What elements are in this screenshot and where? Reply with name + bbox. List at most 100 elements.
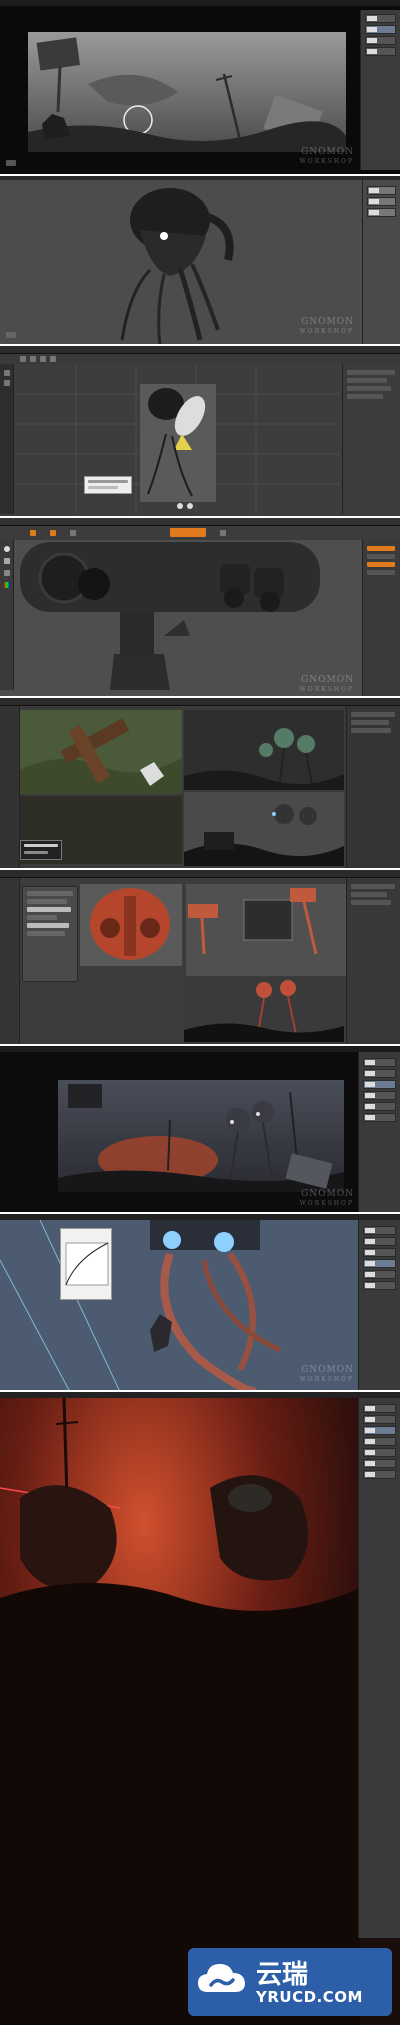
layer-item[interactable]	[363, 1426, 396, 1435]
palette-row[interactable]	[367, 546, 395, 551]
property-row[interactable]	[351, 900, 391, 905]
stroke-icon[interactable]	[4, 558, 10, 564]
tool-icon[interactable]	[4, 370, 10, 376]
panel-sketch-grayscale: GNOMON WORKSHOP	[0, 0, 400, 176]
tool-icon[interactable]	[50, 356, 56, 362]
material-editor[interactable]	[22, 886, 78, 982]
layer-item[interactable]	[363, 1404, 396, 1413]
color-picker-icon[interactable]	[4, 582, 10, 588]
layer-item[interactable]	[365, 25, 396, 34]
layer-item[interactable]	[363, 1459, 396, 1468]
panel-color-composite: GNOMON WORKSHOP	[0, 1046, 400, 1214]
property-row[interactable]	[351, 884, 395, 889]
logo-cn-text: 云瑞	[256, 1960, 309, 1990]
layer-item[interactable]	[363, 1069, 396, 1078]
app-titlebar	[0, 1046, 400, 1052]
menu-bar	[0, 870, 400, 878]
property-row[interactable]	[347, 378, 387, 383]
shading-viewport-parts	[186, 884, 346, 976]
layer-item[interactable]	[363, 1259, 396, 1268]
canvas-grayscale-sketch	[28, 32, 346, 152]
watermark: GNOMON WORKSHOP	[299, 317, 354, 336]
site-logo-badge[interactable]: 云瑞 YRUCD.COM	[188, 1948, 392, 2016]
popup-dialog[interactable]	[84, 476, 132, 494]
palette-row[interactable]	[367, 554, 395, 559]
palette-row[interactable]	[367, 570, 395, 575]
texture-viewport-wood	[20, 710, 182, 794]
watermark: GNOMON WORKSHOP	[299, 1365, 354, 1384]
render-view-tripods	[184, 710, 344, 790]
cloud-logo-icon	[198, 1964, 245, 1992]
material-icon[interactable]	[4, 570, 10, 576]
layer-item[interactable]	[363, 1237, 396, 1246]
layer-item[interactable]	[363, 1091, 396, 1100]
layers-panel	[360, 10, 400, 170]
layer-item[interactable]	[363, 1470, 396, 1479]
attribute-editor	[342, 364, 400, 514]
watermark: GNOMON WORKSHOP	[299, 675, 354, 694]
layer-item[interactable]	[363, 1113, 396, 1122]
panel-texturing	[0, 698, 400, 870]
brush-icon[interactable]	[4, 546, 10, 552]
shading-viewport-head	[80, 884, 182, 966]
render-view-bw	[184, 792, 344, 866]
property-row[interactable]	[347, 386, 391, 391]
layer-item[interactable]	[363, 1281, 396, 1290]
outliner	[0, 878, 20, 1044]
layer-item[interactable]	[367, 208, 396, 217]
property-row[interactable]	[347, 370, 395, 375]
layer-item[interactable]	[367, 186, 396, 195]
palette-row[interactable]	[367, 562, 395, 567]
layer-item[interactable]	[363, 1415, 396, 1424]
property-row[interactable]	[351, 712, 395, 717]
tool-icon[interactable]	[30, 530, 36, 536]
layer-item[interactable]	[363, 1058, 396, 1067]
tool-icon[interactable]	[4, 380, 10, 386]
layer-item[interactable]	[363, 1448, 396, 1457]
tool-icon[interactable]	[50, 530, 56, 536]
layer-item[interactable]	[365, 36, 396, 45]
tool-icon[interactable]	[220, 530, 226, 536]
tool-icon[interactable]	[70, 530, 76, 536]
layer-item[interactable]	[363, 1270, 396, 1279]
layer-item[interactable]	[363, 1226, 396, 1235]
screenshot-collage: GNOMON WORKSHOP GNOMON WORKSHOP GNOMON W…	[0, 0, 400, 2025]
watermark: GNOMON WORKSHOP	[299, 147, 354, 166]
tool-strip	[0, 364, 14, 514]
curves-graph[interactable]	[62, 1239, 112, 1289]
logo-url-text: YRUCD.COM	[256, 1988, 363, 2006]
property-row[interactable]	[351, 728, 391, 733]
main-toolbar	[0, 354, 400, 364]
panel-shading	[0, 870, 400, 1046]
layer-item[interactable]	[365, 47, 396, 56]
tab-zbrush[interactable]	[170, 528, 206, 537]
nav-thumbnail[interactable]	[6, 332, 16, 338]
tool-palette	[362, 540, 400, 696]
layer-item[interactable]	[367, 197, 396, 206]
tool-icon[interactable]	[40, 356, 46, 362]
menu-bar	[0, 518, 400, 526]
panel-blue-paintover: GNOMON WORKSHOP	[0, 1214, 400, 1392]
panel-final-fire	[0, 1392, 400, 2025]
property-row[interactable]	[351, 892, 387, 897]
curves-dialog[interactable]	[60, 1228, 112, 1300]
layer-item[interactable]	[363, 1102, 396, 1111]
layers-panel	[362, 180, 400, 344]
property-row[interactable]	[347, 394, 383, 399]
layer-item[interactable]	[365, 14, 396, 23]
panel-sculpt: GNOMON WORKSHOP	[0, 518, 400, 698]
viewport-grid	[16, 364, 340, 514]
properties-panel	[346, 706, 400, 868]
layer-item[interactable]	[363, 1437, 396, 1446]
layer-item[interactable]	[363, 1080, 396, 1089]
asset-browser	[0, 706, 20, 868]
properties-panel	[346, 878, 400, 1044]
watermark: GNOMON WORKSHOP	[299, 1189, 354, 1208]
nav-thumbnail[interactable]	[6, 160, 16, 166]
tool-icon[interactable]	[20, 356, 26, 362]
canvas-final-scene	[0, 1398, 360, 2025]
property-row[interactable]	[351, 720, 389, 725]
layer-dialog[interactable]	[20, 840, 62, 860]
tool-icon[interactable]	[30, 356, 36, 362]
layer-item[interactable]	[363, 1248, 396, 1257]
